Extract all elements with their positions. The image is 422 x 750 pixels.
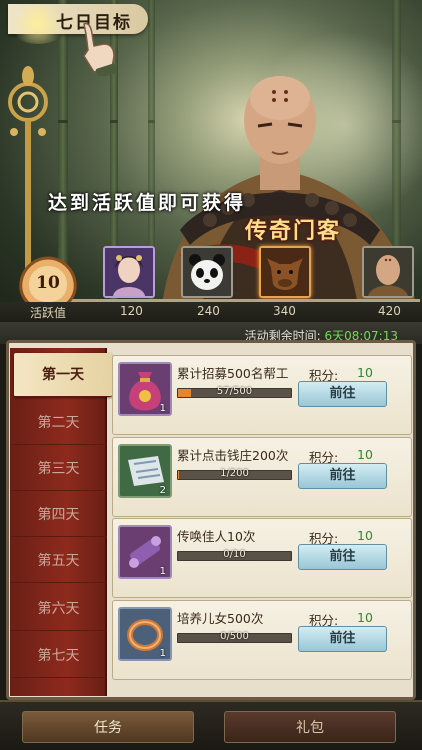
day-tab-5[interactable]: 第五天 — [10, 539, 107, 583]
go-button[interactable]: 前往 — [298, 463, 387, 489]
day-tab-2[interactable]: 第二天 — [10, 401, 107, 445]
money-bag-icon: 1 — [118, 362, 172, 416]
task-progress-text: 0/10 — [223, 549, 246, 560]
reward-monk-portrait[interactable] — [362, 246, 414, 298]
task-card: 1 培养儿女500次 0/500 积分: 10 前往 — [112, 600, 412, 680]
lady-portrait-icon — [105, 248, 153, 296]
task-name: 累计点击钱庄200次 — [177, 448, 289, 463]
task-card: 2 累计点击钱庄200次 1/200 积分: 10 前往 — [112, 437, 412, 517]
ring-icon: 1 — [118, 607, 172, 661]
score-value: 10 — [357, 447, 373, 462]
day-tab-4[interactable]: 第四天 — [10, 493, 107, 537]
task-card: 1 传唤佳人10次 0/10 积分: 10 前往 — [112, 518, 412, 598]
day-tab-1[interactable]: 第一天 — [14, 353, 112, 397]
score-value: 10 — [357, 610, 373, 625]
scroll-icon: 1 — [118, 525, 172, 579]
task-name: 传唤佳人10次 — [177, 529, 256, 544]
task-name: 培养儿女500次 — [177, 611, 264, 626]
icon-count: 2 — [159, 485, 166, 496]
ox-icon — [261, 248, 309, 296]
milestone-value: 240 — [197, 304, 220, 318]
score-value: 10 — [357, 528, 373, 543]
promo-highlight: 传奇门客 — [245, 218, 342, 244]
day-tab-3[interactable]: 第三天 — [10, 447, 107, 491]
task-name: 累计招募500名帮工 — [177, 366, 289, 381]
day-tab-7[interactable]: 第七天 — [10, 634, 107, 678]
milestone-value: 120 — [120, 304, 143, 318]
banknote-icon: 2 — [118, 444, 172, 498]
day-tab-6[interactable]: 第六天 — [10, 587, 107, 631]
tab-gift[interactable]: 礼包 — [224, 711, 396, 743]
pointing-hand-icon — [83, 22, 117, 76]
go-button[interactable]: 前往 — [298, 544, 387, 570]
promo-text: 达到活跃值即可获得 — [48, 192, 247, 214]
go-button[interactable]: 前往 — [298, 381, 387, 407]
icon-count: 1 — [159, 566, 166, 577]
reward-panda[interactable] — [181, 246, 233, 298]
milestone-value: 340 — [273, 304, 296, 318]
go-button[interactable]: 前往 — [298, 626, 387, 652]
score-value: 10 — [357, 365, 373, 380]
icon-count: 1 — [159, 403, 166, 414]
icon-count: 1 — [159, 648, 166, 659]
task-progress-text: 0/500 — [220, 631, 249, 642]
panda-icon — [183, 248, 231, 296]
monk-portrait-icon — [364, 248, 412, 296]
hero-banner: 七日目标 达到活跃值即可获得 传奇门客 10 — [0, 0, 422, 320]
reward-ox[interactable] — [259, 246, 311, 298]
activity-label: 活跃值 — [30, 306, 67, 320]
task-progress-text: 1/200 — [220, 468, 249, 479]
reward-lady-portrait[interactable] — [103, 246, 155, 298]
tab-task[interactable]: 任务 — [22, 711, 194, 743]
activity-value: 10 — [36, 273, 60, 293]
task-card: 1 累计招募500名帮工 57/500 积分: 10 前往 — [112, 355, 412, 435]
task-progress-text: 57/500 — [216, 386, 253, 397]
milestone-value: 420 — [378, 304, 401, 318]
